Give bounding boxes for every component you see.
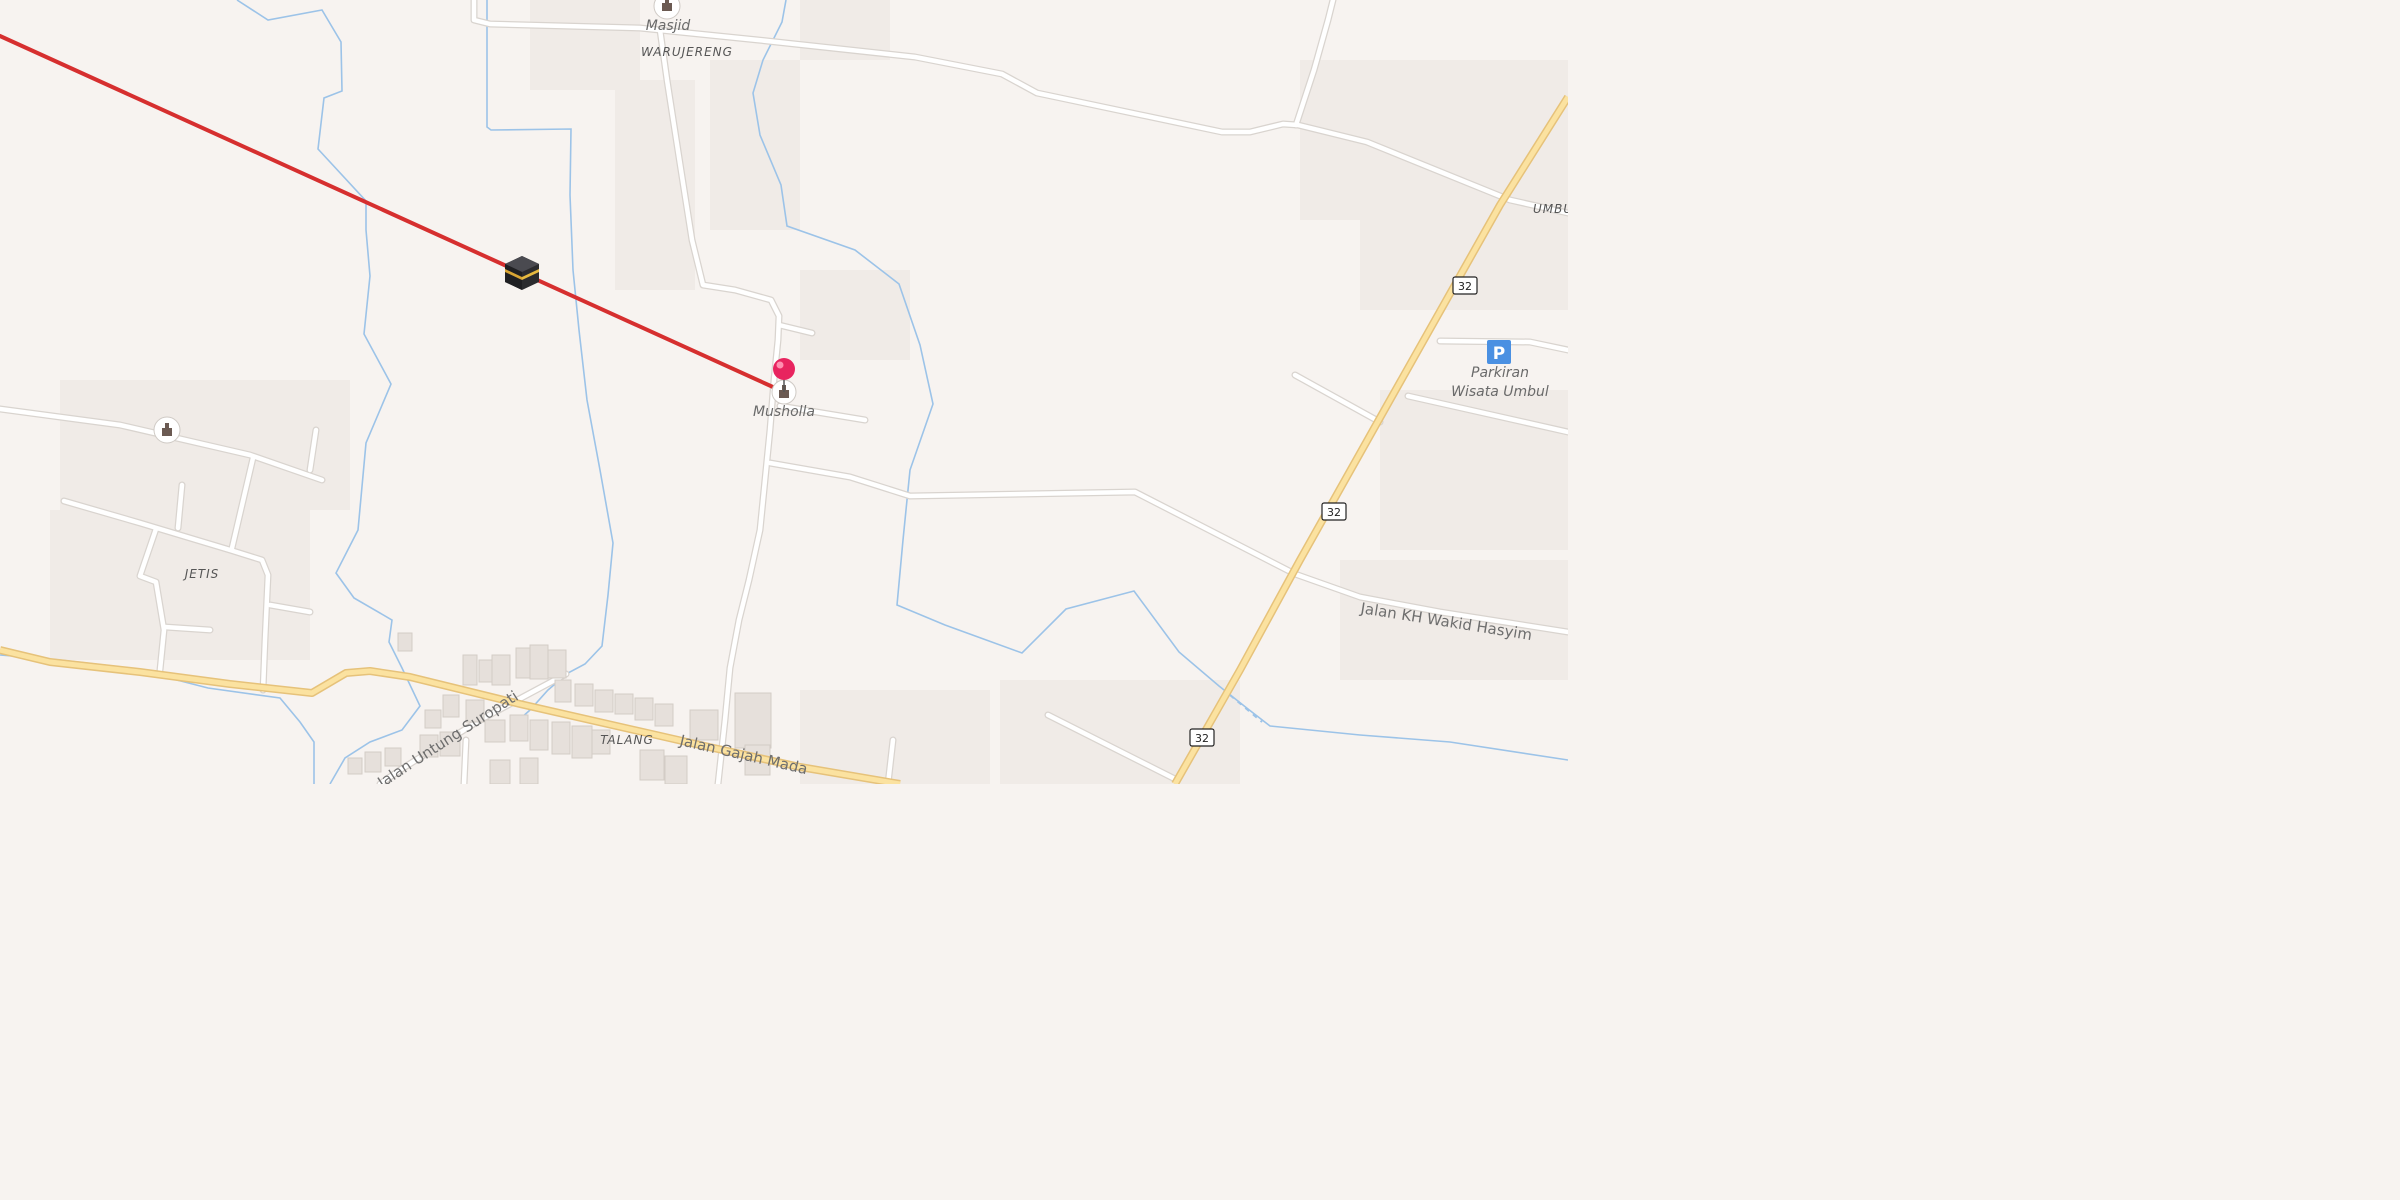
route-shield: 32	[1321, 502, 1347, 521]
poi-label-musholla: Musholla	[753, 404, 815, 420]
place-label-talang: TALANG	[600, 733, 654, 747]
mosque-poi-icon[interactable]	[153, 416, 181, 444]
map-view[interactable]: P 32 32 32 WARUJERENG JETIS TALANG UMBUL…	[0, 0, 1568, 784]
masjid-poi-icon[interactable]	[653, 0, 681, 20]
place-label-warujereng: WARUJERENG	[641, 45, 733, 59]
poi-label-parking-2: Wisata Umbul	[1451, 384, 1549, 400]
poi-label-parking-1: Parkiran	[1471, 365, 1529, 381]
place-label-umbul: UMBUL	[1533, 202, 1568, 216]
parking-icon[interactable]: P	[1487, 340, 1511, 364]
route-shield-label: 32	[1458, 280, 1472, 293]
landuse-areas	[50, 0, 1568, 784]
poi-label-masjid: Masjid	[646, 18, 691, 34]
route-shield-label: 32	[1327, 506, 1341, 519]
kaaba-icon[interactable]	[505, 256, 539, 290]
route-shield-label: 32	[1195, 732, 1209, 745]
route-shield: 32	[1189, 728, 1215, 747]
parking-symbol: P	[1493, 344, 1505, 364]
place-label-jetis: JETIS	[183, 567, 220, 581]
route-shield: 32	[1452, 276, 1478, 295]
